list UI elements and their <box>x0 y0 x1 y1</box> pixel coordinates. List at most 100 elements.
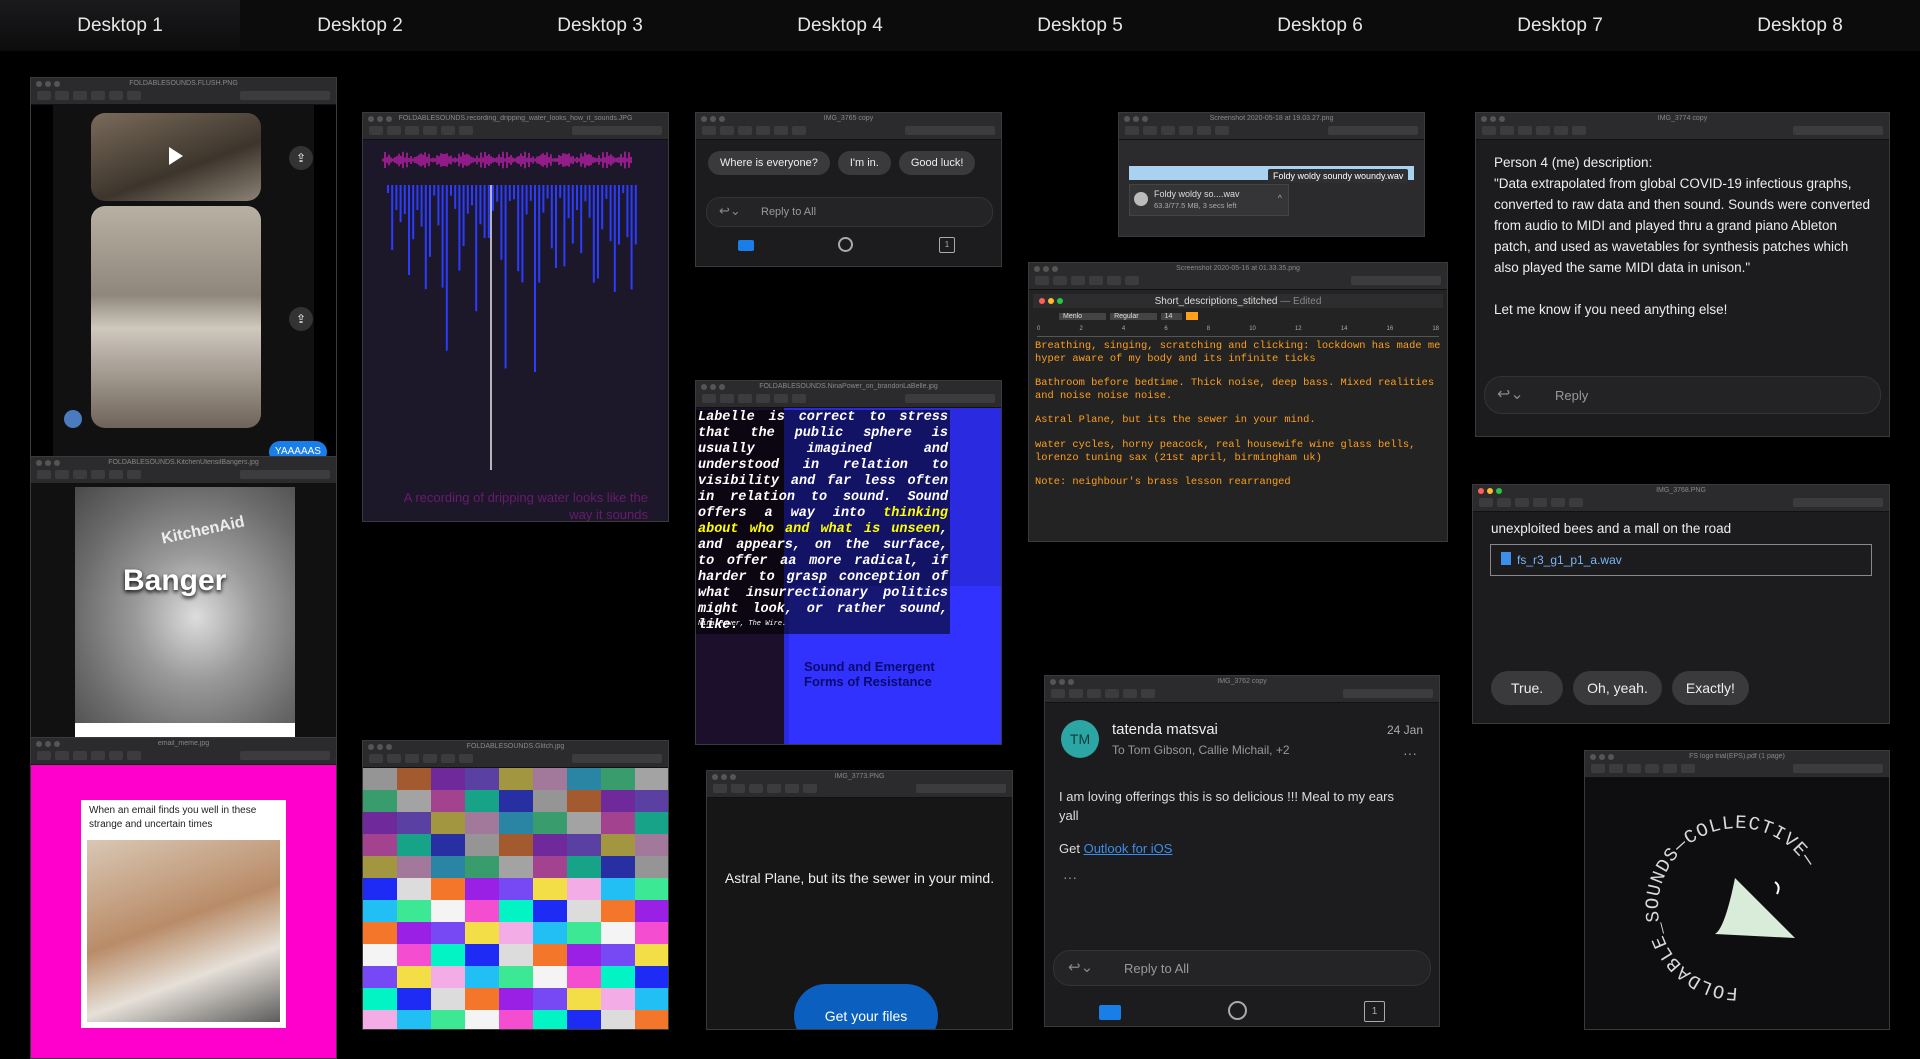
calendar-icon[interactable]: 1 <box>1364 1001 1385 1022</box>
glitch-block <box>567 878 601 900</box>
window-titlebar[interactable]: IMG_3773.PNG <box>707 771 1012 798</box>
window-outlook[interactable]: IMG_3762 copy TM tatenda matsvai 24 Jan … <box>1044 675 1440 1027</box>
glitch-block <box>363 944 397 966</box>
window-titlebar[interactable]: Screenshot 2020-05-16 at 01.33.35.png <box>1029 263 1447 290</box>
reply-bar[interactable]: ↩⌄ Reply to All <box>706 197 993 227</box>
window-mail-reply[interactable]: IMG_3765 copy Where is everyone? I'm in.… <box>695 112 1002 267</box>
window-person4[interactable]: IMG_3774 copy Person 4 (me) description:… <box>1475 112 1890 437</box>
desktop-tab-3[interactable]: Desktop 3 <box>480 0 720 51</box>
window-titlebar[interactable]: Screenshot 2020-05-18 at 19.03.27.png <box>1119 113 1424 140</box>
glitch-block <box>533 812 567 834</box>
more-icon[interactable]: ··· <box>1063 869 1077 885</box>
text-color-swatch[interactable] <box>1186 312 1199 320</box>
reply-bar[interactable]: ↩⌄ Reply to All <box>1053 950 1431 986</box>
reply-bar[interactable]: ↩⌄ Reply <box>1484 376 1881 414</box>
smart-reply-button[interactable]: Where is everyone? <box>708 151 830 175</box>
glitch-block <box>397 944 431 966</box>
banger-caption: Banger <box>123 564 227 597</box>
font-weight-select[interactable]: Regular <box>1110 312 1157 320</box>
smart-reply-button[interactable]: Oh, yeah. <box>1573 671 1662 705</box>
glitch-block <box>397 922 431 944</box>
mail-tab-icon[interactable] <box>1099 1005 1121 1020</box>
glitch-block <box>635 922 668 944</box>
meme-kid-photo <box>87 840 280 1022</box>
glitch-block <box>397 878 431 900</box>
glitch-block <box>397 768 431 790</box>
window-titlebar[interactable]: FOLDABLESOUNDS.recording_dripping_water_… <box>363 113 668 140</box>
window-water[interactable]: FOLDABLESOUNDS.recording_dripping_water_… <box>362 112 669 522</box>
window-download[interactable]: Screenshot 2020-05-18 at 19.03.27.png Fo… <box>1118 112 1425 237</box>
desktop-tab-1[interactable]: Desktop 1 <box>0 0 240 51</box>
smart-reply-button[interactable]: I'm in. <box>837 151 891 175</box>
get-files-button[interactable]: Get your files <box>794 984 938 1029</box>
document-text[interactable]: Breathing, singing, scratching and click… <box>1035 340 1443 489</box>
window-titlebar[interactable]: IMG_3768.PNG <box>1473 485 1889 512</box>
glitch-block <box>635 1010 668 1029</box>
glitch-block <box>635 790 668 812</box>
glitch-block <box>601 790 635 812</box>
play-icon[interactable] <box>169 147 183 165</box>
desktop-tab-2[interactable]: Desktop 2 <box>240 0 480 51</box>
desktop-tab-5[interactable]: Desktop 5 <box>960 0 1200 51</box>
share-icon[interactable]: ⇪ <box>289 146 313 170</box>
window-title: FOLDABLESOUNDS.NinaPower_on_brandonLaBel… <box>759 383 938 390</box>
glitch-block <box>363 834 397 856</box>
font-size-select[interactable]: 14 <box>1160 312 1183 320</box>
attachment[interactable]: fs_r3_g1_p1_a.wav <box>1490 544 1872 576</box>
calendar-icon[interactable]: 1 <box>939 237 955 253</box>
window-titlebar[interactable]: IMG_3762 copy <box>1045 676 1439 703</box>
reply-all-icon: ↩⌄ <box>1068 959 1094 976</box>
search-icon[interactable] <box>838 237 853 252</box>
share-icon[interactable]: ⇪ <box>289 307 313 331</box>
window-kitchen[interactable]: FOLDABLESOUNDS.KitchenUtensilBangers.jpg… <box>30 456 337 738</box>
window-titlebar[interactable]: FOLDABLESOUNDS.NinaPower_on_brandonLaBel… <box>696 381 1001 408</box>
window-bees[interactable]: IMG_3768.PNG unexploited bees and a mall… <box>1472 484 1890 724</box>
window-flush[interactable]: FOLDABLESOUNDS.FLUSH.PNG ⇪ ⇪ YAAAAAS <box>30 77 337 457</box>
more-icon[interactable]: ··· <box>1403 745 1417 761</box>
glitch-block <box>397 988 431 1010</box>
window-title: Screenshot 2020-05-18 at 19.03.27.png <box>1209 115 1334 122</box>
bathroom-photo[interactable] <box>91 206 261 428</box>
window-titlebar[interactable]: FS logo trial(EPS).pdf (1 page) <box>1585 751 1889 778</box>
window-nina-power[interactable]: FOLDABLESOUNDS.NinaPower_on_brandonLaBel… <box>695 380 1002 745</box>
glitch-block <box>363 768 397 790</box>
window-titlebar[interactable]: FOLDABLESOUNDS.Glitch.jpg <box>363 741 668 768</box>
smart-reply-button[interactable]: Exactly! <box>1671 671 1749 705</box>
glitch-block <box>635 834 668 856</box>
mail-tab-icon[interactable] <box>738 240 754 251</box>
window-textedit[interactable]: Screenshot 2020-05-16 at 01.33.35.png Sh… <box>1028 262 1448 542</box>
desktop-tab-8[interactable]: Desktop 8 <box>1680 0 1920 51</box>
glitch-block <box>601 900 635 922</box>
glitch-block <box>635 812 668 834</box>
window-title: IMG_3765 copy <box>823 115 874 122</box>
smart-reply-button[interactable]: True. <box>1491 671 1564 705</box>
search-icon[interactable] <box>1228 1001 1247 1020</box>
glitch-block <box>601 966 635 988</box>
window-glitch[interactable]: FOLDABLESOUNDS.Glitch.jpg <box>362 740 669 1030</box>
window-logo[interactable]: FS logo trial(EPS).pdf (1 page) FOLDABLE… <box>1584 750 1890 1030</box>
window-title: FOLDABLESOUNDS.FLUSH.PNG <box>129 80 238 87</box>
glitch-block <box>635 900 668 922</box>
window-titlebar[interactable]: IMG_3765 copy <box>696 113 1001 140</box>
window-titlebar[interactable]: FOLDABLESOUNDS.KitchenUtensilBangers.jpg <box>31 457 336 484</box>
desktop-tab-7[interactable]: Desktop 7 <box>1440 0 1680 51</box>
desktop-tab-4[interactable]: Desktop 4 <box>720 0 960 51</box>
quote-text: , and appears, on the surface, to offer … <box>698 522 948 633</box>
window-titlebar[interactable]: IMG_3774 copy <box>1476 113 1889 140</box>
glitch-block <box>499 944 533 966</box>
outlook-ios-link[interactable]: Outlook for iOS <box>1084 841 1173 856</box>
chevron-up-icon[interactable]: ^ <box>1278 193 1282 203</box>
window-titlebar[interactable]: FOLDABLESOUNDS.FLUSH.PNG <box>31 78 336 105</box>
glitch-block <box>533 944 567 966</box>
glitch-block <box>635 856 668 878</box>
window-title: IMG_3762 copy <box>1217 678 1267 685</box>
window-titlebar[interactable]: email_meme.jpg <box>31 738 336 765</box>
smart-reply-button[interactable]: Good luck! <box>898 151 976 175</box>
window-title: Screenshot 2020-05-16 at 01.33.35.png <box>1176 265 1300 272</box>
desktop-tab-6[interactable]: Desktop 6 <box>1200 0 1440 51</box>
font-family-select[interactable]: Menlo <box>1059 312 1107 320</box>
window-meme[interactable]: email_meme.jpg When an email finds you w… <box>30 737 337 1059</box>
sender-name: tatenda matsvai <box>1112 721 1218 738</box>
download-item[interactable]: Foldy woldy so....wav 63.3/77.5 MB, 3 se… <box>1129 184 1289 216</box>
window-astral[interactable]: IMG_3773.PNG Astral Plane, but its the s… <box>706 770 1013 1030</box>
